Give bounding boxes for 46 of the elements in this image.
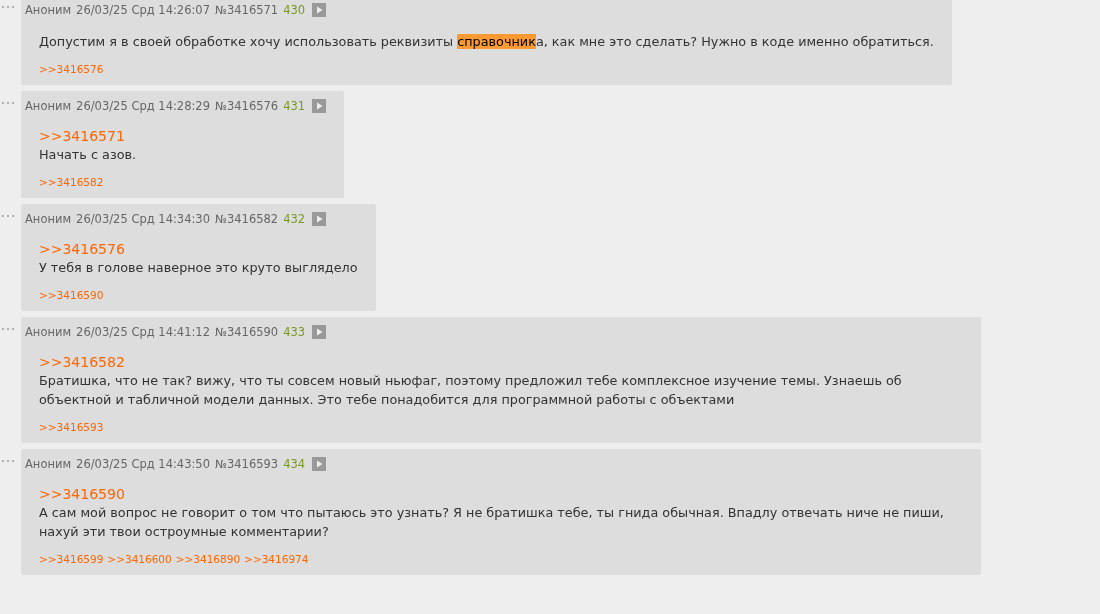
reply-link[interactable]: >>3416590 [39,485,963,503]
post-author: Аноним [25,325,72,339]
reply-link[interactable]: >>3416582 [39,353,963,371]
post-number[interactable]: №3416571 [215,3,279,17]
play-icon[interactable] [312,3,327,17]
post-text: А сам мой вопрос не говорит о том что пытаюсь это узнать? Я не братишка тебе, ты гнида обычная. Впадлу отвечать ниче не пиши, нахуй эти твои остроумные комментарии? [39,504,945,541]
post-number[interactable]: №3416576 [215,99,279,113]
more-icon[interactable] [1,5,15,9]
more-icon[interactable] [1,101,15,105]
reply-link[interactable]: >>3416600 [107,553,172,565]
post-ordinal: 431 [283,99,306,113]
reply-link[interactable]: >>3416576 [39,240,358,258]
reply-link[interactable]: >>3416576 [39,63,104,75]
post-author: Аноним [25,212,72,226]
play-icon[interactable] [312,325,327,339]
post-text: У тебя в голове наверное это круто выглядело [39,259,358,277]
reply-link[interactable]: >>3416582 [39,176,104,188]
post-author: Аноним [25,457,72,471]
reply-link[interactable]: >>3416590 [39,289,104,301]
post-date: 26/03/25 Срд 14:34:30 [76,212,210,226]
play-icon[interactable] [312,212,327,226]
play-icon[interactable] [312,457,327,471]
post-text: Братишка, что не так? вижу, что ты совсем новый ньюфаг, поэтому предложил тебе комплексное изучение темы. Узнаешь об объектной и табличной модели данных. Это тебе понадобится для программной работы с объектами [39,372,903,409]
post-date: 26/03/25 Срд 14:28:29 [76,99,210,113]
more-icon[interactable] [1,214,15,218]
post-author: Аноним [25,99,72,113]
post-ordinal: 432 [283,212,306,226]
post-ordinal: 430 [283,3,306,17]
post-date: 26/03/25 Срд 14:26:07 [76,3,210,17]
reply-link[interactable]: >>3416571 [39,127,327,145]
reply-link[interactable]: >>3416890 [175,553,241,565]
more-icon[interactable] [1,459,15,463]
play-icon[interactable] [312,99,327,113]
post-number[interactable]: №3416590 [215,325,279,339]
post-number[interactable]: №3416582 [215,212,279,226]
post-ordinal: 433 [283,325,306,339]
more-icon[interactable] [1,327,15,331]
post-author: Аноним [25,3,72,17]
post-ordinal: 434 [283,457,306,471]
post-text: Начать с азов. [39,146,138,164]
post-date: 26/03/25 Срд 14:41:12 [76,325,210,339]
reply-link[interactable]: >>3416599 [39,553,104,565]
reply-link[interactable]: >>3416593 [39,421,104,433]
post-date: 26/03/25 Срд 14:43:50 [76,457,210,471]
reply-link[interactable]: >>3416974 [244,553,309,565]
post-number[interactable]: №3416593 [215,457,279,471]
